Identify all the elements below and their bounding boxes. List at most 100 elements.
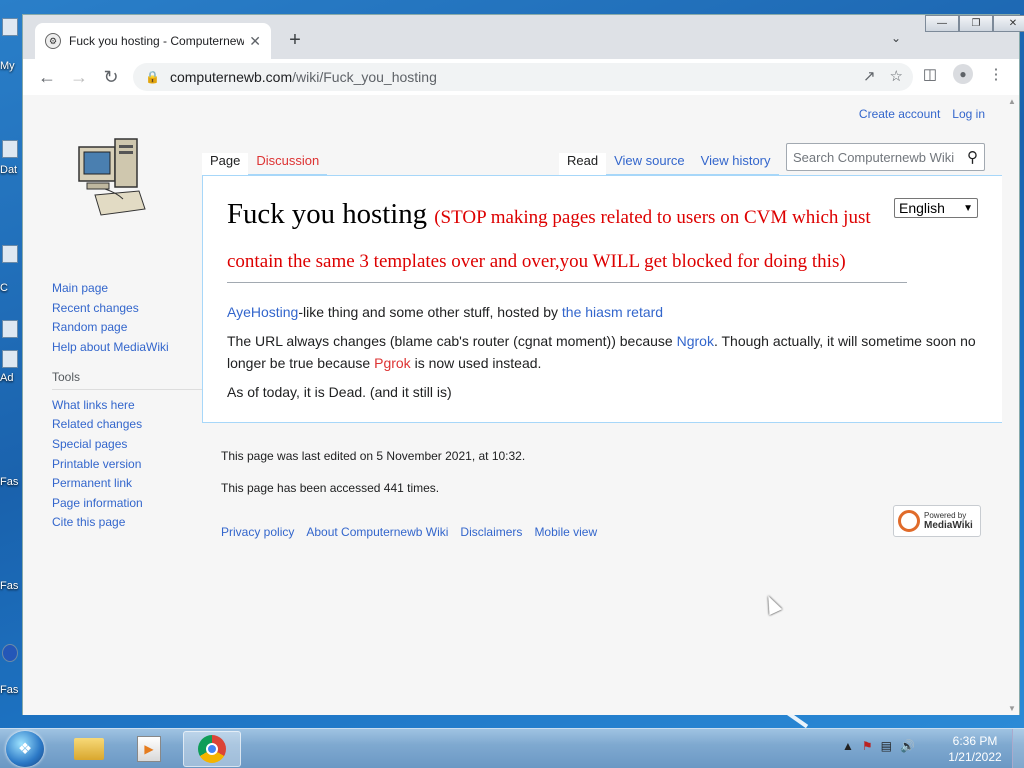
desktop-label-fragment: My: [0, 60, 15, 72]
minimize-icon[interactable]: —: [925, 15, 959, 32]
close-tab-icon[interactable]: ✕: [249, 33, 261, 50]
browser-toolbar: ← → ↻ 🔒 computernewb.com/wiki/Fuck_you_h…: [23, 59, 1019, 95]
profile-avatar-icon[interactable]: ●: [953, 64, 973, 84]
action-center-flag-icon[interactable]: ⚑: [862, 739, 873, 753]
sidebar-item-special-pages[interactable]: Special pages: [52, 437, 202, 451]
omnibox-actions: ↗ ☆: [863, 67, 903, 85]
footer-link-about[interactable]: About Computernewb Wiki: [306, 525, 448, 539]
search-icon[interactable]: ⚲: [967, 148, 978, 166]
sidebar-navigation: Main page Recent changes Random page Hel…: [52, 281, 202, 535]
page-title-text: Fuck you hosting: [227, 198, 427, 230]
footer-info: This page was last edited on 5 November …: [221, 449, 525, 513]
language-select[interactable]: English ▼: [894, 198, 978, 218]
paragraph-2: The URL always changes (blame cab's rout…: [227, 330, 978, 374]
footer-link-privacy[interactable]: Privacy policy: [221, 525, 294, 539]
lock-icon[interactable]: 🔒: [145, 70, 160, 84]
tab-view-source[interactable]: View source: [606, 153, 693, 175]
taskbar: ❖ ▶ ▲ ⚑ ▤ 🔊 6:36 PM 1/21/2022: [0, 728, 1024, 768]
namespace-tabs: Page Discussion: [202, 147, 328, 175]
desktop-label-fragment: Ad: [0, 372, 14, 384]
search-placeholder: Search Computernewb Wiki: [793, 149, 955, 165]
footer-places: Privacy policy About Computernewb Wiki D…: [221, 525, 597, 539]
footer-link-disclaimers[interactable]: Disclaimers: [460, 525, 522, 539]
sidebar-item-page-information[interactable]: Page information: [52, 496, 202, 510]
taskbar-clock[interactable]: 6:36 PM 1/21/2022: [940, 733, 1010, 765]
tab-page[interactable]: Page: [202, 153, 249, 175]
desktop-icon[interactable]: [2, 140, 18, 158]
start-button[interactable]: ❖: [6, 731, 44, 767]
desktop-icon[interactable]: [2, 245, 18, 263]
language-select-value: English: [899, 200, 945, 216]
taskbar-explorer[interactable]: [60, 731, 118, 767]
media-player-icon: ▶: [137, 736, 161, 762]
address-bar[interactable]: 🔒 computernewb.com/wiki/Fuck_you_hosting…: [133, 63, 913, 91]
share-icon[interactable]: ↗: [863, 67, 876, 85]
paragraph-3: As of today, it is Dead. (and it still i…: [227, 384, 452, 400]
powered-by-bottom: MediaWiki: [924, 520, 973, 531]
hiasm-retard-link[interactable]: the hiasm retard: [562, 304, 663, 320]
search-input[interactable]: Search Computernewb Wiki ⚲: [786, 143, 985, 171]
new-tab-button[interactable]: +: [283, 29, 307, 53]
paragraph-1: AyeHosting-like thing and some other stu…: [227, 301, 978, 323]
page-viewport: Create account Log in Main page Recent c…: [23, 95, 1019, 715]
clock-date: 1/21/2022: [948, 750, 1002, 764]
scroll-up-icon[interactable]: ▲: [1008, 97, 1016, 106]
paragraph-1-text: -like thing and some other stuff, hosted…: [298, 304, 562, 320]
mediawiki-flower-icon: [898, 510, 920, 532]
kebab-menu-icon[interactable]: ⋮: [985, 63, 1007, 85]
powered-by-mediawiki-badge[interactable]: Powered by MediaWiki: [893, 505, 981, 537]
show-desktop-button[interactable]: [1012, 729, 1024, 768]
footer-view-count: This page has been accessed 441 times.: [221, 481, 440, 495]
chrome-icon: [198, 735, 226, 763]
footer-link-mobile-view[interactable]: Mobile view: [534, 525, 597, 539]
desktop-icon[interactable]: [2, 350, 18, 368]
desktop-icon[interactable]: [2, 320, 18, 338]
reload-icon[interactable]: ↻: [95, 63, 127, 91]
url-text: computernewb.com/wiki/Fuck_you_hosting: [170, 69, 437, 85]
powered-by-top: Powered by: [924, 511, 967, 520]
create-account-link[interactable]: Create account: [859, 107, 940, 121]
sidebar-item-help[interactable]: Help about MediaWiki: [52, 340, 202, 354]
bookmark-star-icon[interactable]: ☆: [890, 67, 903, 85]
side-panel-icon[interactable]: ◫: [919, 63, 941, 85]
ngrok-link[interactable]: Ngrok: [677, 333, 714, 349]
url-path: /wiki/Fuck_you_hosting: [292, 69, 437, 85]
pgrok-link[interactable]: Pgrok: [374, 355, 411, 371]
tab-search-chevron-icon[interactable]: ⌄: [891, 31, 901, 45]
tab-strip: ⚙ Fuck you hosting - Computernew ✕ + ⌄ —…: [23, 15, 1024, 59]
sidebar-item-what-links-here[interactable]: What links here: [52, 398, 202, 412]
browser-tab[interactable]: ⚙ Fuck you hosting - Computernew ✕: [35, 23, 271, 59]
volume-icon[interactable]: 🔊: [900, 739, 915, 753]
tab-read[interactable]: Read: [559, 153, 607, 175]
tab-view-history[interactable]: View history: [692, 153, 779, 175]
sidebar-item-cite-this-page[interactable]: Cite this page: [52, 515, 202, 529]
sidebar-item-permanent-link[interactable]: Permanent link: [52, 476, 202, 490]
sidebar-item-recent-changes[interactable]: Recent changes: [52, 301, 202, 315]
desktop-icon[interactable]: [2, 18, 18, 36]
paragraph-2-text-c: is now used instead.: [410, 355, 542, 371]
taskbar-media-player[interactable]: ▶: [120, 731, 178, 767]
folder-icon: [74, 738, 104, 760]
page-scrollbar[interactable]: ▲ ▼: [1005, 95, 1019, 715]
scroll-down-icon[interactable]: ▼: [1008, 704, 1016, 713]
show-hidden-icons-icon[interactable]: ▲: [842, 739, 854, 753]
toolbar-right: ◫ ● ⋮: [919, 63, 1007, 85]
wiki-logo-computer-icon[interactable]: [77, 133, 147, 217]
tab-discussion[interactable]: Discussion: [248, 153, 328, 175]
sidebar-item-main-page[interactable]: Main page: [52, 281, 202, 295]
taskbar-chrome[interactable]: [183, 731, 241, 767]
mouse-cursor-icon: [761, 592, 783, 616]
ayehosting-link[interactable]: AyeHosting: [227, 304, 298, 320]
login-link[interactable]: Log in: [952, 107, 985, 121]
tab-title: Fuck you hosting - Computernew: [69, 34, 244, 48]
sidebar-item-related-changes[interactable]: Related changes: [52, 417, 202, 431]
close-window-icon[interactable]: ✕: [993, 15, 1024, 32]
network-icon[interactable]: ▤: [881, 739, 892, 753]
site-favicon-icon: ⚙: [45, 33, 61, 49]
back-arrow-icon[interactable]: ←: [31, 63, 63, 91]
desktop-icon[interactable]: [2, 644, 18, 662]
forward-arrow-icon[interactable]: →: [63, 63, 95, 91]
sidebar-item-random-page[interactable]: Random page: [52, 320, 202, 334]
sidebar-item-printable-version[interactable]: Printable version: [52, 457, 202, 471]
restore-icon[interactable]: ❐: [959, 15, 993, 32]
